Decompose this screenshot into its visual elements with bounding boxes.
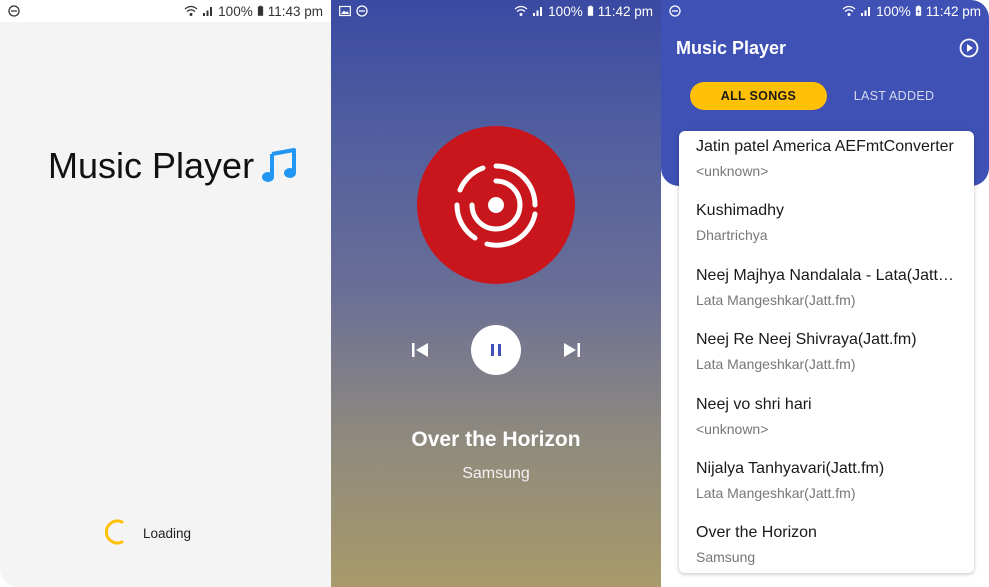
- list-item[interactable]: Neej Re Neej Shivraya(Jatt.fm) Lata Mang…: [679, 324, 974, 388]
- tab-last-added[interactable]: LAST ADDED: [843, 82, 945, 110]
- splash-screen: 100% 11:43 pm Music Player Loading: [0, 0, 331, 587]
- status-time: 11:43 pm: [267, 3, 323, 19]
- track-title: Over the Horizon: [411, 428, 581, 451]
- pause-button[interactable]: [471, 325, 521, 375]
- wifi-icon: [842, 5, 856, 16]
- song-title: Neej Majhya Nandalala - Lata(Jatt.fm): [696, 266, 958, 284]
- song-title: Over the Horizon: [696, 524, 817, 542]
- skip-next-icon[interactable]: [561, 339, 583, 361]
- battery-percentage: 100%: [876, 3, 911, 19]
- list-item[interactable]: Neej vo shri hari <unknown>: [679, 389, 974, 453]
- app-title: Music Player: [676, 38, 787, 58]
- battery-percentage: 100%: [218, 3, 253, 19]
- list-item[interactable]: Nijalya Tanhyavari(Jatt.fm) Lata Mangesh…: [679, 453, 974, 517]
- list-item[interactable]: Neej Majhya Nandalala - Lata(Jatt.fm) La…: [679, 260, 974, 324]
- battery-icon: [587, 5, 593, 16]
- do-not-disturb-icon: [669, 5, 681, 17]
- status-time: 11:42 pm: [597, 3, 653, 19]
- song-title: Neej vo shri hari: [696, 395, 812, 413]
- song-artist: Dhartrichya: [696, 227, 768, 244]
- song-artist: <unknown>: [696, 420, 769, 437]
- splash-title-row: Music Player: [48, 145, 300, 187]
- wifi-icon: [184, 5, 198, 16]
- list-item[interactable]: Over the Horizon Samsung: [679, 517, 974, 573]
- song-artist: Lata Mangeshkar(Jatt.fm): [696, 356, 856, 373]
- list-item[interactable]: Jatin patel America AEFmtConverter <unkn…: [679, 131, 974, 195]
- now-playing-screen: 100% 11:42 pm Over the Horizon Samsung: [331, 0, 661, 587]
- image-icon: [339, 5, 351, 17]
- music-note-icon: [262, 148, 297, 182]
- skip-previous-icon[interactable]: [409, 339, 431, 361]
- song-artist: <unknown>: [696, 163, 769, 179]
- library-screen: 100% 11:42 pm Music Player ALL SONGS LAS…: [661, 0, 989, 587]
- song-title: Nijalya Tanhyavari(Jatt.fm): [696, 459, 885, 477]
- song-list: Jatin patel America AEFmtConverter <unkn…: [679, 131, 974, 573]
- list-item[interactable]: Kushimadhy Dhartrichya: [679, 195, 974, 259]
- song-title: Jatin patel America AEFmtConverter: [696, 138, 954, 155]
- wifi-icon: [514, 5, 528, 16]
- song-title: Neej Re Neej Shivraya(Jatt.fm): [696, 331, 917, 349]
- do-not-disturb-icon: [8, 5, 20, 17]
- signal-icon: [861, 7, 871, 16]
- signal-icon: [203, 7, 213, 16]
- playback-controls: [331, 325, 661, 375]
- album-logo-icon: [454, 163, 538, 248]
- track-artist: Samsung: [462, 465, 530, 482]
- song-artist: Lata Mangeshkar(Jatt.fm): [696, 291, 856, 308]
- song-artist: Lata Mangeshkar(Jatt.fm): [696, 484, 856, 501]
- now-playing-icon[interactable]: [959, 38, 979, 58]
- song-artist: Samsung: [696, 549, 756, 566]
- battery-percentage: 100%: [548, 3, 583, 19]
- album-art: [417, 126, 575, 284]
- loading-text: Loading: [143, 526, 192, 541]
- loading-spinner: [104, 519, 124, 545]
- song-title: Kushimadhy: [696, 202, 785, 220]
- status-bar: 100% 11:42 pm: [661, 0, 989, 22]
- status-time: 11:42 pm: [925, 3, 981, 19]
- tab-all-songs[interactable]: ALL SONGS: [690, 82, 827, 110]
- status-bar: 100% 11:43 pm: [0, 0, 331, 22]
- do-not-disturb-icon: [356, 5, 368, 17]
- status-bar: 100% 11:42 pm: [331, 0, 661, 22]
- signal-icon: [533, 7, 543, 16]
- battery-charging-icon: [915, 5, 921, 16]
- splash-title: Music Player: [48, 145, 255, 186]
- battery-icon: [257, 5, 263, 16]
- pause-icon: [491, 344, 501, 356]
